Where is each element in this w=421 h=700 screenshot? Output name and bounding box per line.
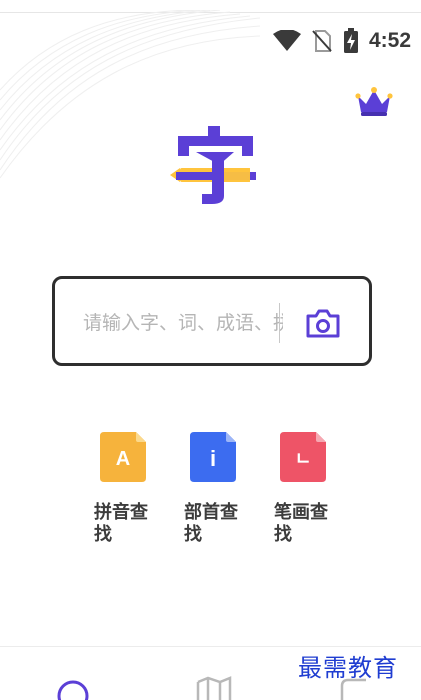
svg-text:ㄴ: ㄴ bbox=[295, 449, 312, 470]
search-box[interactable] bbox=[52, 276, 372, 366]
lookup-pinyin[interactable]: A 拼音查找 bbox=[94, 432, 154, 546]
lookup-pinyin-label: 拼音查找 bbox=[94, 502, 148, 545]
svg-text:A: A bbox=[116, 448, 130, 470]
search-input[interactable] bbox=[83, 309, 283, 337]
text-cursor bbox=[279, 303, 280, 343]
status-bar: 4:52 bbox=[272, 26, 411, 56]
lookup-radical[interactable]: i 部首查找 bbox=[184, 432, 244, 546]
lookup-stroke-label: 笔画查找 bbox=[274, 502, 328, 545]
svg-text:i: i bbox=[210, 446, 216, 471]
lookup-radical-label: 部首查找 bbox=[184, 502, 238, 545]
watermark: 最需教育 bbox=[298, 654, 398, 682]
book-tab-icon[interactable] bbox=[196, 676, 232, 700]
crown-icon[interactable] bbox=[355, 86, 393, 118]
bottom-nav-divider bbox=[0, 646, 421, 647]
battery-charging-icon bbox=[343, 28, 358, 53]
camera-icon[interactable] bbox=[305, 307, 341, 339]
radical-icon: i bbox=[190, 432, 236, 482]
status-time: 4:52 bbox=[368, 29, 411, 52]
app-logo bbox=[170, 126, 256, 204]
wifi-icon bbox=[272, 30, 301, 51]
stroke-icon: ㄴ bbox=[280, 432, 326, 482]
lookup-stroke[interactable]: ㄴ 笔画查找 bbox=[274, 432, 334, 546]
lookup-methods: A 拼音查找 i 部首查找 ㄴ 笔画查找 bbox=[94, 432, 354, 562]
pinyin-icon: A bbox=[100, 432, 146, 482]
no-sim-icon bbox=[312, 30, 332, 52]
search-tab-icon[interactable] bbox=[56, 676, 90, 700]
